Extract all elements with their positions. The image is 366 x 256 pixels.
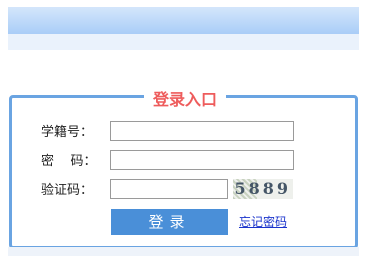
captcha-code: 5889 [234, 179, 291, 198]
panel-footer [8, 247, 359, 256]
login-panel-title: 登录入口 [144, 88, 226, 112]
captcha-input[interactable] [110, 179, 228, 199]
captcha-label: 验证码： [41, 183, 94, 198]
header-divider [8, 34, 359, 50]
password-input[interactable] [110, 150, 294, 170]
student-id-label: 学籍号： [41, 125, 94, 140]
captcha-image[interactable]: 5889 [233, 179, 293, 199]
student-id-input[interactable] [110, 121, 294, 141]
password-label: 密 码： [41, 154, 97, 169]
login-button[interactable]: 登录 [111, 209, 228, 235]
header-bar [8, 7, 359, 34]
forgot-password-link[interactable]: 忘记密码 [239, 215, 287, 229]
